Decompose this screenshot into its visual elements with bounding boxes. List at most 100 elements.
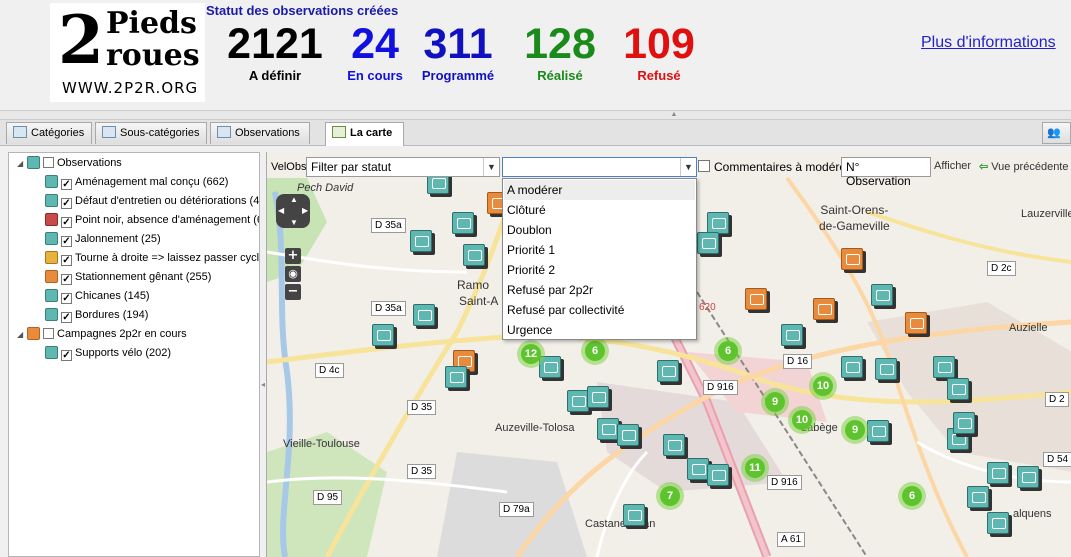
observation-marker[interactable] [781, 324, 803, 346]
tree-root-observations[interactable]: ◢ Observations [17, 155, 122, 172]
observation-marker[interactable] [745, 288, 767, 310]
tree-item[interactable]: ✓ Défaut d'entretien ou détériorations (4 [45, 193, 259, 210]
chevron-down-icon[interactable]: ▼ [483, 158, 499, 176]
observation-marker[interactable] [707, 464, 729, 486]
tree-item[interactable]: ✓ Aménagement mal conçu (662) [45, 174, 228, 191]
observation-marker[interactable] [841, 356, 863, 378]
observation-marker[interactable] [452, 212, 474, 234]
observation-marker[interactable] [623, 504, 645, 526]
logo[interactable]: 2 Pieds roues WWW.2P2R.ORG [50, 3, 205, 102]
dropdown-option[interactable]: Doublon [504, 220, 695, 240]
observation-marker[interactable] [1017, 466, 1039, 488]
observation-marker[interactable] [987, 462, 1009, 484]
marker-cluster[interactable]: 10 [809, 372, 837, 400]
zoom-out-button[interactable]: − [285, 284, 301, 300]
pan-left-icon[interactable]: ◀ [278, 206, 284, 215]
user-button[interactable]: 👥 [1042, 122, 1071, 144]
globe-icon[interactable]: ◉ [285, 266, 301, 282]
tree-checkbox[interactable]: ✓ [61, 236, 72, 247]
previous-view-button[interactable]: ⇦ Vue précédente [979, 160, 1068, 173]
observation-marker[interactable] [372, 324, 394, 346]
marker-cluster[interactable]: 11 [741, 454, 769, 482]
tree-checkbox[interactable]: ✓ [61, 350, 72, 361]
dropdown-option[interactable]: Refusé par 2p2r [504, 280, 695, 300]
comments-checkbox[interactable] [698, 160, 710, 172]
tree-item[interactable]: ✓ Stationnement gênant (255) [45, 269, 211, 286]
observation-marker[interactable] [413, 304, 435, 326]
tree-item[interactable]: ✓ Chicanes (145) [45, 288, 150, 305]
more-info-link[interactable]: Plus d'informations [921, 34, 1056, 52]
marker-cluster[interactable]: 9 [761, 388, 789, 416]
tree-item[interactable]: ✓ Tourne à droite => laissez passer cycl [45, 250, 259, 267]
marker-cluster[interactable]: 7 [656, 482, 684, 510]
tree-checkbox[interactable]: ✓ [61, 217, 72, 228]
tab-sous-categories[interactable]: Sous-catégories [95, 122, 207, 144]
pan-right-icon[interactable]: ▶ [302, 206, 308, 215]
tree-checkbox[interactable]: ✓ [61, 312, 72, 323]
tree-checkbox[interactable]: ✓ [61, 198, 72, 209]
observation-marker[interactable] [707, 212, 729, 234]
tree-checkbox[interactable] [43, 157, 54, 168]
observation-marker[interactable] [587, 386, 609, 408]
marker-cluster[interactable]: 6 [581, 337, 609, 365]
dropdown-option[interactable]: Clôturé [504, 200, 695, 220]
observation-marker[interactable] [933, 356, 955, 378]
collapse-arrow-icon[interactable]: ◢ [17, 155, 27, 172]
observation-marker[interactable] [875, 358, 897, 380]
chevron-down-icon[interactable]: ▼ [680, 158, 696, 176]
dropdown-option[interactable]: Urgence [504, 320, 695, 340]
header-splitter[interactable] [0, 110, 1071, 120]
tree-item[interactable]: ✓ Jalonnement (25) [45, 231, 161, 248]
observation-marker[interactable] [697, 232, 719, 254]
observation-marker[interactable] [987, 512, 1009, 534]
tab-categories[interactable]: Catégories [6, 122, 92, 144]
dropdown-option[interactable]: Priorité 1 [504, 240, 695, 260]
tab-la-carte[interactable]: La carte [325, 122, 404, 146]
observation-marker[interactable] [867, 420, 889, 442]
dropdown-option[interactable]: A modérer [504, 180, 695, 200]
tree-checkbox[interactable] [43, 328, 54, 339]
observation-marker[interactable] [445, 366, 467, 388]
observation-marker[interactable] [953, 412, 975, 434]
observation-marker[interactable] [617, 424, 639, 446]
show-button[interactable]: Afficher [934, 160, 971, 172]
tree-checkbox[interactable]: ✓ [61, 255, 72, 266]
observation-marker[interactable] [463, 244, 485, 266]
tree-root-campagnes[interactable]: ◢ Campagnes 2p2r en cours [17, 326, 187, 343]
marker-cluster[interactable]: 10 [788, 406, 816, 434]
observation-marker[interactable] [687, 458, 709, 480]
marker-cluster[interactable]: 6 [714, 337, 742, 365]
panel-collapse-handle[interactable]: ◂ [261, 380, 265, 400]
observation-marker[interactable] [657, 360, 679, 382]
status-filter-select[interactable]: Filter par statut ▼ [306, 157, 500, 177]
tree-checkbox[interactable]: ✓ [61, 293, 72, 304]
observation-marker[interactable] [905, 312, 927, 334]
pan-up-icon[interactable]: ▲ [290, 195, 298, 204]
tree-item[interactable]: ✓ Supports vélo (202) [45, 345, 171, 362]
observation-marker[interactable] [663, 434, 685, 456]
pan-down-icon[interactable]: ▼ [290, 218, 298, 227]
observation-marker[interactable] [841, 248, 863, 270]
zoom-in-button[interactable]: + [285, 248, 301, 264]
dropdown-option[interactable]: Refusé par collectivité [504, 300, 695, 320]
observation-marker[interactable] [947, 378, 969, 400]
marker-cluster[interactable]: 9 [841, 416, 869, 444]
tree-checkbox[interactable]: ✓ [61, 179, 72, 190]
observation-number-input[interactable]: N° Observation [841, 157, 931, 188]
pan-control[interactable]: ▲ ▼ ◀ ▶ [276, 194, 310, 228]
observation-marker[interactable] [813, 298, 835, 320]
dropdown-option[interactable]: Priorité 2 [504, 260, 695, 280]
observation-marker[interactable] [967, 486, 989, 508]
tree-checkbox[interactable]: ✓ [61, 274, 72, 285]
collapse-arrow-icon[interactable]: ◢ [17, 326, 27, 343]
tree-item[interactable]: ✓ Bordures (194) [45, 307, 148, 324]
observation-marker[interactable] [597, 418, 619, 440]
moderation-filter-select[interactable]: ▼ [502, 157, 697, 177]
observation-marker[interactable] [567, 390, 589, 412]
marker-cluster[interactable]: 6 [898, 482, 926, 510]
tab-observations[interactable]: Observations [210, 122, 310, 144]
splitter-grip-icon[interactable]: ▲ [656, 111, 692, 118]
tree-item[interactable]: ✓ Point noir, absence d'aménagement (6 [45, 212, 259, 229]
observation-marker[interactable] [871, 284, 893, 306]
observation-marker[interactable] [410, 230, 432, 252]
